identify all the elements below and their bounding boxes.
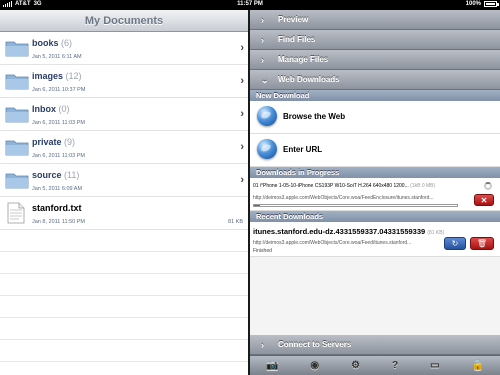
- item-count: (6): [61, 38, 73, 48]
- chevron-right-icon: ›: [261, 340, 264, 350]
- chevron-right-icon: ›: [240, 42, 244, 54]
- globe-icon: [257, 106, 277, 126]
- empty-row: [0, 340, 248, 362]
- empty-row: [0, 296, 248, 318]
- recent-url: http://deimos3.apple.com/WebObjects/Core…: [253, 240, 412, 246]
- item-date: Jan 5, 2011 6:09 AM: [32, 186, 83, 192]
- display-icon[interactable]: ▭: [430, 360, 439, 371]
- recent-downloads-header: Recent Downloads: [250, 211, 500, 222]
- progress-fill: [254, 205, 261, 206]
- recent-title: itunes.stanford.edu-dz.4331559337.043315…: [253, 227, 426, 236]
- folder-icon: [5, 41, 29, 57]
- in-progress-header: Downloads in Progress: [250, 167, 500, 178]
- item-name: books: [32, 38, 59, 48]
- browse-web-button[interactable]: Browse the Web: [250, 101, 500, 134]
- download-url: http://deimos3.apple.com/WebObjects/Core…: [253, 195, 434, 201]
- clock: 11:57 PM: [237, 1, 263, 7]
- section-label: Find Files: [278, 35, 316, 44]
- empty-row: [0, 274, 248, 296]
- folder-icon: [5, 173, 29, 189]
- folder-icon: [5, 74, 29, 90]
- item-count: (0): [58, 104, 70, 114]
- chevron-right-icon: ›: [261, 55, 264, 65]
- empty-row: [0, 362, 248, 375]
- section-label: Preview: [278, 15, 309, 24]
- empty-row: [0, 318, 248, 340]
- item-name: stanford.txt: [32, 203, 82, 213]
- list-item[interactable]: books (6) Jan 5, 2011 6:11 AM ›: [0, 32, 248, 65]
- battery-percent: 100%: [465, 1, 481, 7]
- item-date: Jan 5, 2011 6:11 AM: [32, 54, 82, 60]
- section-manage-files[interactable]: › Manage Files: [250, 50, 500, 70]
- text-file-icon: [7, 202, 25, 224]
- folder-icon: [5, 107, 29, 123]
- item-name: source: [32, 170, 62, 180]
- help-icon[interactable]: ?: [392, 360, 398, 371]
- section-connect-servers[interactable]: › Connect to Servers: [250, 335, 500, 355]
- new-download-header: New Download: [250, 90, 500, 101]
- chevron-down-icon: ⌄: [261, 75, 269, 85]
- item-name: private: [32, 137, 62, 147]
- empty-row: [0, 230, 248, 252]
- delete-button[interactable]: 🗑: [470, 237, 494, 250]
- cancel-download-button[interactable]: ✕: [474, 194, 494, 206]
- retry-button[interactable]: ↻: [444, 237, 466, 250]
- chevron-right-icon: ›: [240, 108, 244, 120]
- recent-size: (81 KB): [427, 230, 445, 236]
- recent-status: Finished: [253, 248, 272, 254]
- section-label: Connect to Servers: [278, 340, 352, 349]
- page-title: My Documents: [0, 10, 248, 32]
- spinner-icon: [484, 182, 492, 190]
- item-count: (11): [64, 170, 80, 180]
- folder-icon: [5, 140, 29, 156]
- enter-url-button[interactable]: Enter URL: [250, 134, 500, 167]
- item-date: Jan 6, 2011 11:03 PM: [32, 153, 85, 159]
- chevron-right-icon: ›: [240, 75, 244, 87]
- lock-icon[interactable]: 🔓: [472, 360, 484, 371]
- list-item[interactable]: stanford.txt Jan 8, 2011 11:50 PM 81 KB: [0, 197, 248, 230]
- enter-url-label: Enter URL: [283, 145, 323, 154]
- item-size: 81 KB: [228, 219, 243, 225]
- list-item[interactable]: private (9) Jan 6, 2011 11:03 PM ›: [0, 131, 248, 164]
- chevron-right-icon: ›: [261, 15, 264, 25]
- globe-icon: [257, 139, 277, 159]
- item-count: (9): [64, 137, 76, 147]
- item-count: (12): [65, 71, 82, 81]
- item-name: Inbox: [32, 104, 56, 114]
- download-item: 01 i*Phone 1-05-10-iPhone CS193P W10-Soi…: [250, 178, 500, 211]
- gear-icon[interactable]: ⚙: [351, 360, 360, 371]
- download-progress: [253, 204, 458, 207]
- item-name: images: [32, 71, 64, 81]
- bottom-toolbar: 📷 ◉ ⚙ ? ▭ 🔓: [250, 355, 500, 375]
- chevron-right-icon: ›: [240, 174, 244, 186]
- chevron-right-icon: ›: [261, 35, 264, 45]
- section-label: Web Downloads: [278, 75, 340, 84]
- section-web-downloads[interactable]: ⌄ Web Downloads: [250, 70, 500, 90]
- section-label: Manage Files: [278, 55, 329, 64]
- section-find-files[interactable]: › Find Files: [250, 30, 500, 50]
- list-item[interactable]: Inbox (0) Jan 6, 2011 11:03 PM ›: [0, 98, 248, 131]
- status-bar: AT&T 3G 11:57 PM 100%: [0, 0, 500, 10]
- empty-row: [0, 252, 248, 274]
- documents-pane: My Documents books (6) Jan 5, 2011 6:11 …: [0, 10, 248, 375]
- section-preview[interactable]: › Preview: [250, 10, 500, 30]
- chevron-right-icon: ›: [240, 141, 244, 153]
- download-title: 01 i*Phone 1-05-10-iPhone CS193P W10-Soi…: [253, 183, 409, 189]
- item-date: Jan 8, 2011 11:50 PM: [32, 219, 85, 225]
- download-size: (1kB 0 MB): [410, 183, 436, 189]
- list-item[interactable]: source (11) Jan 5, 2011 6:09 AM ›: [0, 164, 248, 197]
- camera-icon[interactable]: 📷: [266, 360, 278, 371]
- item-date: Jan 6, 2011 10:37 PM: [32, 87, 86, 93]
- battery-icon: [484, 1, 499, 7]
- recent-download-item[interactable]: itunes.stanford.edu-dz.4331559337.043315…: [250, 222, 500, 257]
- browse-web-label: Browse the Web: [283, 112, 346, 121]
- item-date: Jan 6, 2011 11:03 PM: [32, 120, 85, 126]
- tools-pane: › Preview › Find Files › Manage Files ⌄ Web …: [250, 10, 500, 375]
- list-item[interactable]: images (12) Jan 6, 2011 10:37 PM ›: [0, 65, 248, 98]
- wifi-icon[interactable]: ◉: [310, 360, 319, 371]
